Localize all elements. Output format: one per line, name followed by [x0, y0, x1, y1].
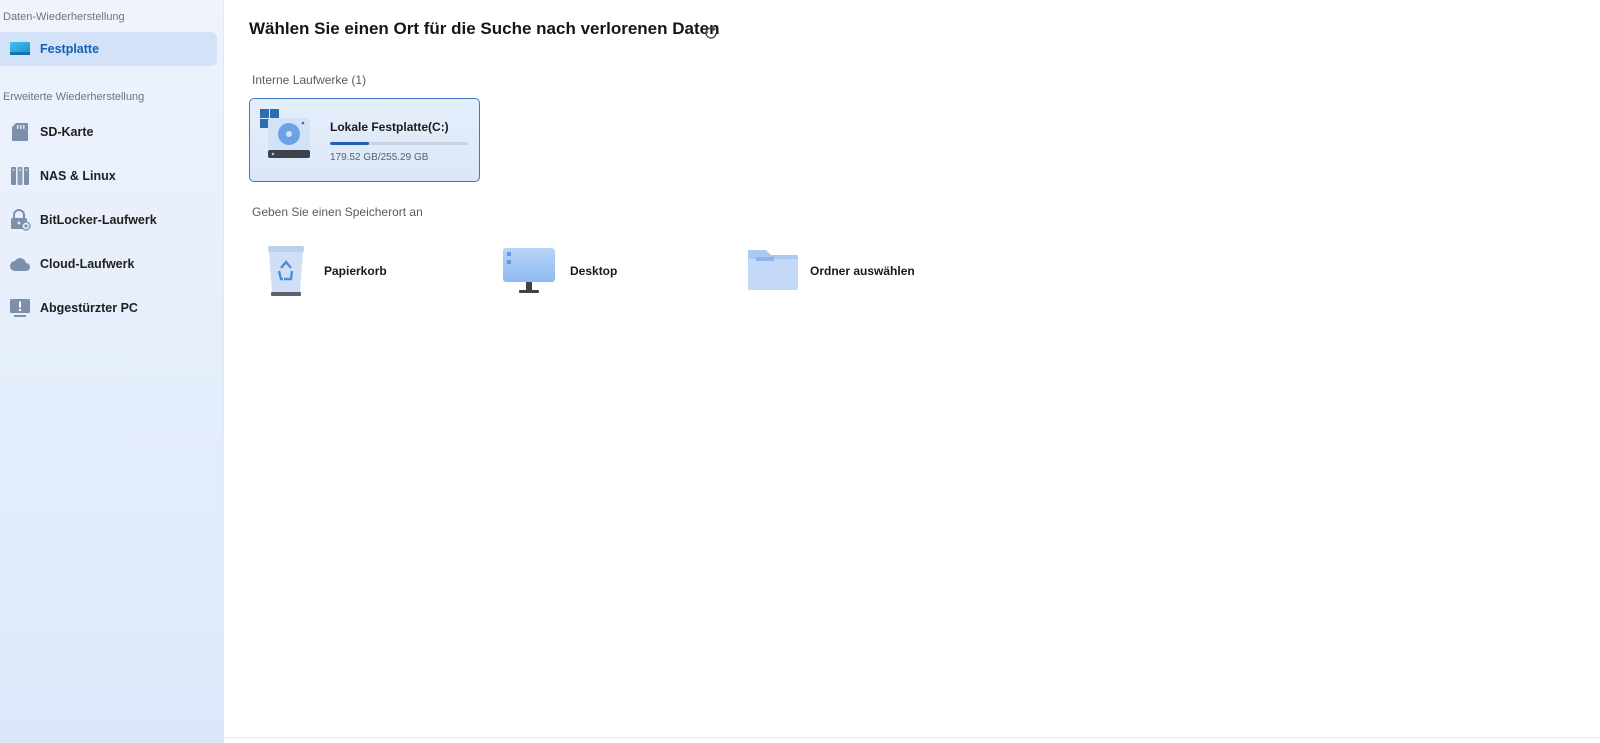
cloud-icon — [9, 253, 31, 275]
drive-size: 179.52 GB/255.29 GB — [330, 152, 429, 163]
bitlocker-lock-icon — [9, 209, 31, 231]
nas-icon — [9, 165, 31, 187]
sidebar-item-label: BitLocker-Laufwerk — [40, 213, 157, 227]
app-window: Daten-Wiederherstellung Festplatte Erwei… — [0, 0, 1600, 743]
folder-icon — [746, 244, 802, 298]
sidebar-item-label: NAS & Linux — [40, 169, 116, 183]
desktop-monitor-icon — [502, 244, 558, 298]
hard-disk-icon — [9, 38, 31, 60]
refresh-icon[interactable] — [703, 25, 719, 41]
sd-card-icon — [9, 121, 31, 143]
sidebar-item-sd-karte[interactable]: SD-Karte — [0, 115, 217, 149]
drive-usage-bar — [330, 142, 468, 145]
sidebar-item-label: Festplatte — [40, 42, 100, 56]
drive-card-c[interactable]: Lokale Festplatte(C:) 179.52 GB/255.29 G… — [249, 98, 480, 182]
recycle-bin-icon — [262, 244, 318, 298]
internal-drives-label: Interne Laufwerke (1) — [252, 73, 367, 87]
location-label-recycle-bin: Papierkorb — [324, 264, 387, 278]
location-label-desktop: Desktop — [570, 264, 618, 278]
sidebar-item-bitlocker[interactable]: BitLocker-Laufwerk — [0, 203, 217, 237]
sidebar-item-label: Abgestürzter PC — [40, 301, 138, 315]
sidebar: Daten-Wiederherstellung Festplatte Erwei… — [0, 0, 224, 743]
page-title: Wählen Sie einen Ort für die Suche nach … — [249, 19, 720, 38]
drive-usage-fill — [330, 142, 369, 145]
sidebar-item-festplatte[interactable]: Festplatte — [0, 32, 217, 66]
section-label-recovery: Daten-Wiederherstellung — [3, 11, 125, 23]
bottom-divider — [224, 737, 1600, 738]
section-label-advanced: Erweiterte Wiederherstellung — [3, 91, 145, 103]
sidebar-item-cloud[interactable]: Cloud-Laufwerk — [0, 247, 217, 281]
location-desktop[interactable]: Desktop — [502, 244, 702, 298]
main-content: Wählen Sie einen Ort für die Suche nach … — [224, 0, 1600, 743]
location-recycle-bin[interactable]: Papierkorb — [262, 244, 462, 298]
location-select-folder[interactable]: Ordner auswählen — [746, 244, 966, 298]
windows-drive-icon — [260, 109, 314, 163]
drive-name: Lokale Festplatte(C:) — [330, 120, 449, 134]
location-label-select-folder: Ordner auswählen — [810, 264, 915, 278]
sidebar-item-nas-linux[interactable]: NAS & Linux — [0, 159, 217, 193]
sidebar-item-label: Cloud-Laufwerk — [40, 257, 135, 271]
sidebar-item-label: SD-Karte — [40, 125, 94, 139]
sidebar-item-crashed-pc[interactable]: Abgestürzter PC — [0, 291, 217, 325]
crashed-pc-icon — [9, 297, 31, 319]
location-label: Geben Sie einen Speicherort an — [252, 205, 423, 219]
